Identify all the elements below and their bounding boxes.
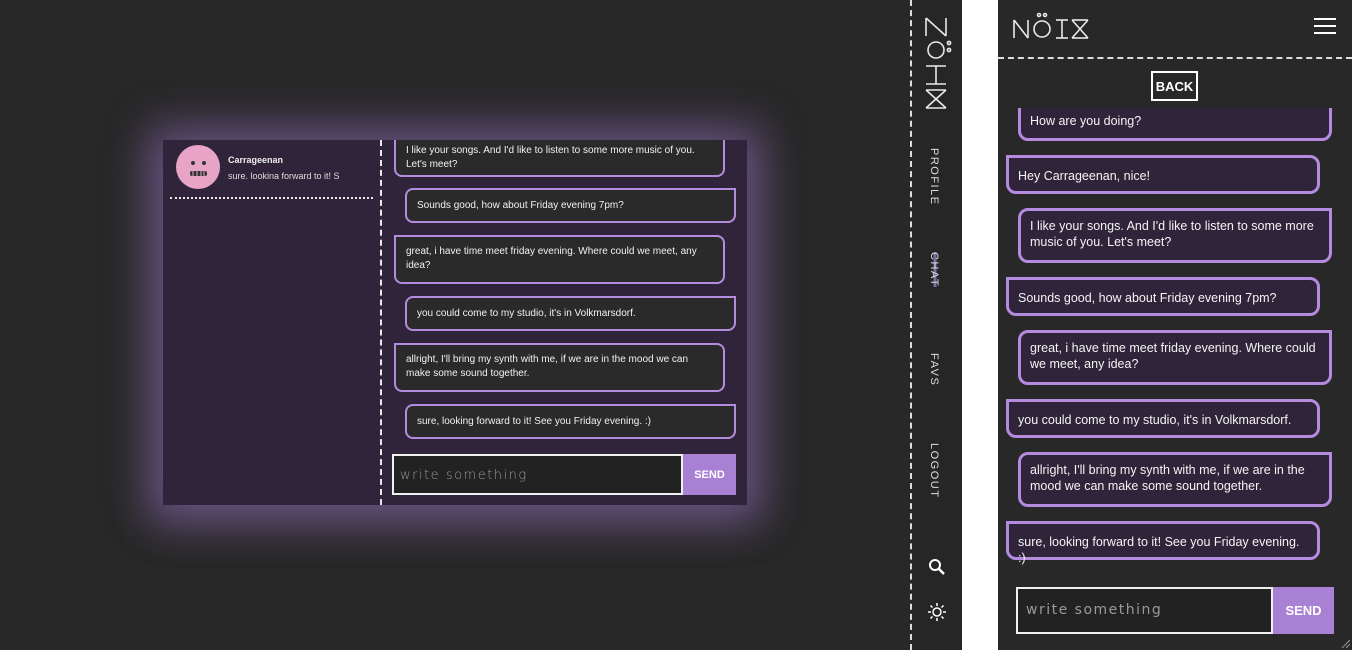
mobile-message-composer: write something SEND	[1016, 587, 1334, 634]
message-input[interactable]: write something	[392, 454, 683, 495]
desktop-view: Carrageenan sure. lookina forward to it!…	[0, 0, 962, 650]
sun-icon[interactable]	[927, 602, 947, 622]
message-bubble: sure, looking forward to it! See you Fri…	[405, 404, 736, 439]
logo-icon[interactable]	[1012, 12, 1090, 40]
search-icon[interactable]	[927, 557, 947, 577]
contact-name: Carrageenan	[228, 155, 284, 165]
menu-icon[interactable]	[1314, 18, 1336, 36]
message-bubble: you could come to my studio, it's in Vol…	[1006, 399, 1320, 438]
message-composer: write something SEND	[392, 454, 736, 495]
message-bubble: sure, looking forward to it! See you Fri…	[1006, 521, 1320, 565]
mobile-header	[998, 0, 1352, 59]
contact-list: Carrageenan sure. lookina forward to it!…	[163, 140, 382, 505]
avatar	[176, 145, 220, 189]
nav-logout[interactable]: LOGOUT	[928, 443, 940, 498]
resize-handle-icon[interactable]	[1340, 638, 1350, 648]
contact-item[interactable]: Carrageenan sure. lookina forward to it!…	[170, 145, 373, 199]
send-button[interactable]: SEND	[683, 454, 736, 495]
mobile-view: BACK How are you doing? Hey Carrageenan,…	[998, 0, 1352, 650]
contact-last-message: sure. lookina forward to it! S	[228, 171, 340, 181]
message-list[interactable]: I like your songs. And I'd like to liste…	[382, 140, 747, 445]
chat-window: Carrageenan sure. lookina forward to it!…	[163, 140, 747, 505]
message-bubble: Sounds good, how about Friday evening 7p…	[1006, 277, 1320, 316]
message-bubble: allright, I'll bring my synth with me, i…	[1018, 452, 1332, 507]
nav-chat[interactable]: CHAT	[928, 252, 940, 288]
back-button[interactable]: BACK	[1151, 71, 1198, 101]
message-bubble: I like your songs. And I'd like to liste…	[1018, 208, 1332, 263]
mobile-message-list[interactable]: How are you doing? Hey Carrageenan, nice…	[998, 108, 1352, 578]
message-bubble: How are you doing?	[1018, 108, 1332, 141]
logo-icon	[925, 17, 952, 109]
message-input[interactable]: write something	[1016, 587, 1273, 634]
nav-profile[interactable]: PROFILE	[928, 148, 940, 206]
message-bubble: Sounds good, how about Friday evening 7p…	[405, 188, 736, 223]
message-bubble: allright, I'll bring my synth with me, i…	[394, 343, 725, 392]
message-bubble: I like your songs. And I'd like to liste…	[394, 140, 725, 177]
face-icon	[190, 161, 207, 176]
side-navigation: PROFILE CHAT FAVS LOGOUT	[910, 0, 962, 650]
message-bubble: great, i have time meet friday evening. …	[1018, 330, 1332, 385]
message-bubble: great, i have time meet friday evening. …	[394, 235, 725, 284]
message-bubble: you could come to my studio, it's in Vol…	[405, 296, 736, 331]
nav-favs[interactable]: FAVS	[928, 353, 940, 386]
message-bubble: Hey Carrageenan, nice!	[1006, 155, 1320, 194]
send-button[interactable]: SEND	[1273, 587, 1334, 634]
